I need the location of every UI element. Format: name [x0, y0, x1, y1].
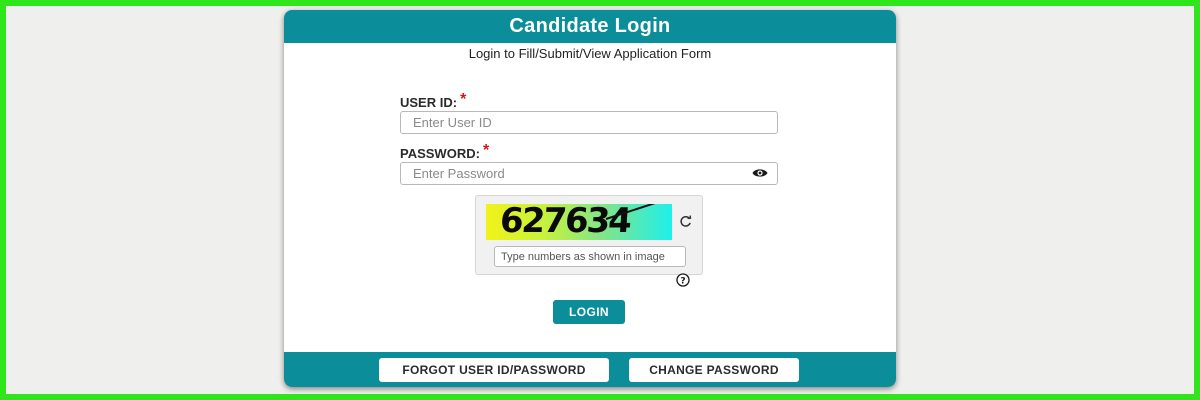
user-id-label-row: USER ID: * [400, 91, 467, 112]
password-label-row: PASSWORD: * [400, 142, 490, 163]
captcha-box: 627634 [475, 195, 703, 275]
user-id-required-mark: * [460, 91, 467, 108]
captcha-input[interactable] [494, 246, 686, 267]
refresh-icon[interactable] [679, 215, 692, 228]
login-card-footer: FORGOT USER ID/PASSWORD CHANGE PASSWORD [284, 352, 896, 387]
login-button[interactable]: LOGIN [553, 300, 625, 324]
login-card-subtitle: Login to Fill/Submit/View Application Fo… [468, 46, 712, 61]
captcha-code: 627634 [498, 204, 632, 240]
captcha-image: 627634 [486, 204, 672, 240]
login-card: Candidate Login Login to Fill/Submit/Vie… [284, 10, 896, 387]
password-label: PASSWORD: [400, 146, 480, 161]
svg-text:?: ? [680, 276, 685, 286]
eye-icon[interactable] [752, 167, 768, 179]
question-circle-icon[interactable]: ? [676, 273, 690, 287]
login-card-title: Candidate Login [284, 10, 896, 43]
user-id-input[interactable] [400, 111, 778, 134]
password-required-mark: * [482, 142, 490, 159]
user-id-label: USER ID: [400, 95, 458, 110]
change-password-button[interactable]: CHANGE PASSWORD [629, 358, 799, 382]
password-input[interactable] [400, 162, 778, 185]
forgot-user-id-password-button[interactable]: FORGOT USER ID/PASSWORD [379, 358, 609, 382]
